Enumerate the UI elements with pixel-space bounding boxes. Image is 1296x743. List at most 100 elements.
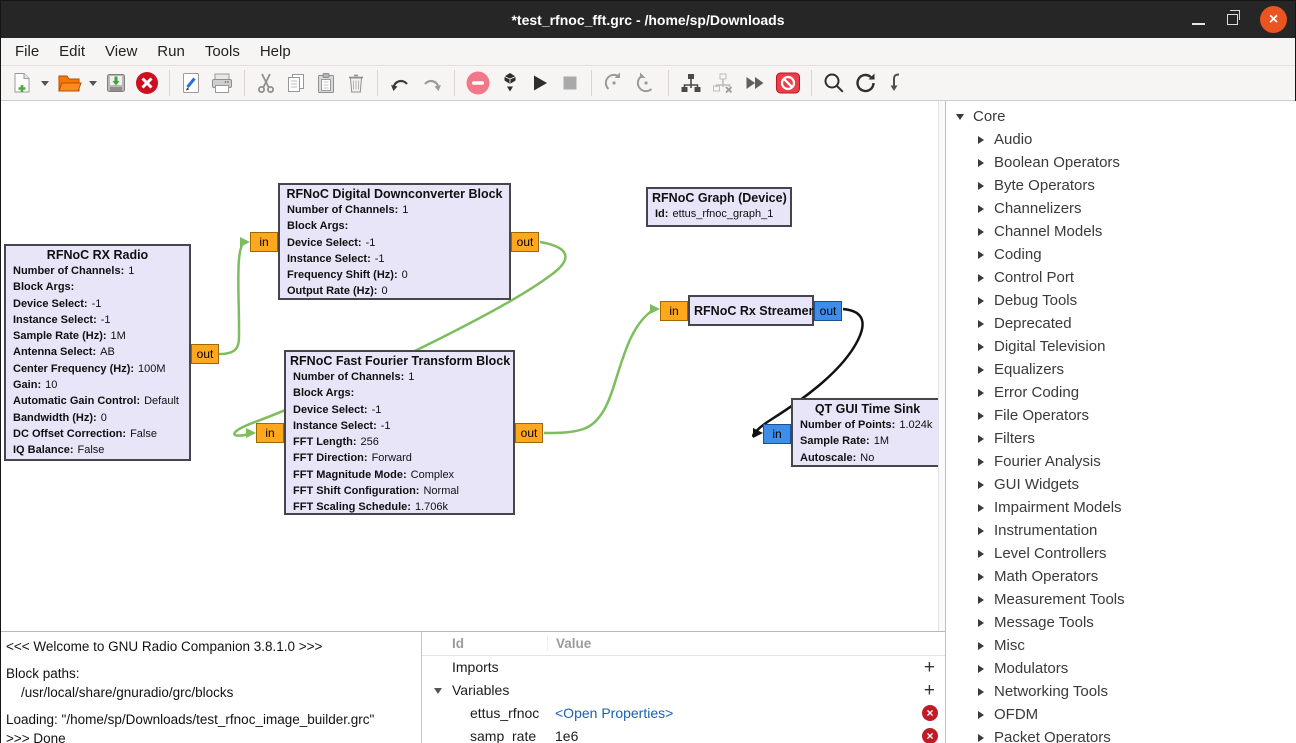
- block-title: RFNoC Graph (Device): [648, 189, 790, 206]
- variable-row-ettus-rfnoc[interactable]: ettus_rfnoc <Open Properties> ×: [422, 702, 945, 725]
- edit-properties-button[interactable]: [176, 67, 206, 99]
- new-file-button[interactable]: [7, 67, 37, 99]
- library-category[interactable]: Boolean Operators: [946, 151, 1296, 174]
- library-category[interactable]: GUI Widgets: [946, 473, 1296, 496]
- port-in[interactable]: in: [250, 232, 278, 252]
- library-category[interactable]: Instrumentation: [946, 519, 1296, 542]
- block-rfnoc-ddc[interactable]: RFNoC Digital Downconverter Block Number…: [278, 183, 511, 300]
- library-category[interactable]: Math Operators: [946, 565, 1296, 588]
- close-button[interactable]: ×: [1260, 6, 1287, 33]
- canvas-scrollbar[interactable]: [938, 101, 945, 631]
- port-in[interactable]: in: [763, 424, 791, 444]
- minimize-button[interactable]: [1192, 23, 1205, 25]
- menu-edit[interactable]: Edit: [49, 38, 95, 66]
- kill-flowgraph-button[interactable]: [555, 67, 585, 99]
- block-params: Number of Channels:1Block Args:Device Se…: [286, 369, 513, 518]
- menu-help[interactable]: Help: [250, 38, 301, 66]
- chevron-right-icon: [978, 734, 984, 742]
- port-out[interactable]: out: [191, 344, 219, 364]
- library-category[interactable]: Byte Operators: [946, 174, 1296, 197]
- library-category[interactable]: Networking Tools: [946, 680, 1296, 703]
- reload-designs-button[interactable]: [630, 67, 662, 99]
- port-out[interactable]: out: [515, 423, 543, 443]
- variable-row-samp-rate[interactable]: samp_rate 1e6 ×: [422, 725, 945, 743]
- variables-row[interactable]: Variables +: [422, 679, 945, 702]
- titlebar: *test_rfnoc_fft.grc - /home/sp/Downloads…: [1, 1, 1295, 38]
- library-category[interactable]: File Operators: [946, 404, 1296, 427]
- chevron-right-icon: [978, 366, 984, 374]
- library-category[interactable]: Message Tools: [946, 611, 1296, 634]
- library-category[interactable]: Deprecated: [946, 312, 1296, 335]
- chevron-right-icon: [978, 481, 984, 489]
- library-category[interactable]: Filters: [946, 427, 1296, 450]
- find-block-button[interactable]: [818, 67, 850, 99]
- new-file-dropdown-icon[interactable]: [41, 81, 49, 86]
- redo-button[interactable]: [416, 67, 448, 99]
- menu-file[interactable]: File: [5, 38, 49, 66]
- fast-forward-icon[interactable]: [739, 67, 771, 99]
- create-hier-block-icon[interactable]: [675, 67, 707, 99]
- library-category[interactable]: Measurement Tools: [946, 588, 1296, 611]
- undo-button[interactable]: [384, 67, 416, 99]
- open-file-dropdown-icon[interactable]: [89, 81, 97, 86]
- console-line: [6, 702, 419, 710]
- chevron-right-icon: [978, 527, 984, 535]
- library-category[interactable]: Channelizers: [946, 197, 1296, 220]
- library-category-core[interactable]: Core: [946, 105, 1296, 128]
- reload-button[interactable]: [850, 67, 882, 99]
- toggle-disabled-blocks-button[interactable]: [771, 67, 805, 99]
- clear-hier-cache-icon[interactable]: [707, 67, 739, 99]
- port-out[interactable]: out: [814, 301, 842, 321]
- save-button[interactable]: [101, 67, 131, 99]
- open-file-button[interactable]: [53, 67, 85, 99]
- reload-blocks-button[interactable]: [598, 67, 630, 99]
- menu-view[interactable]: View: [95, 38, 147, 66]
- block-title: RFNoC RX Radio: [6, 246, 189, 263]
- copy-button[interactable]: [281, 67, 311, 99]
- view-errors-button[interactable]: [461, 67, 495, 99]
- add-variable-button[interactable]: +: [924, 679, 935, 702]
- port-in[interactable]: in: [660, 301, 688, 321]
- port-out[interactable]: out: [511, 232, 539, 252]
- library-category[interactable]: Coding: [946, 243, 1296, 266]
- add-import-button[interactable]: +: [924, 656, 935, 679]
- block-qt-gui-time-sink[interactable]: QT GUI Time Sink Number of Points:1.024k…: [791, 398, 944, 467]
- generate-flowgraph-button[interactable]: [495, 67, 525, 99]
- library-category[interactable]: Channel Models: [946, 220, 1296, 243]
- library-category[interactable]: Modulators: [946, 657, 1296, 680]
- flowgraph-canvas[interactable]: RFNoC RX Radio Number of Channels:1Block…: [1, 101, 945, 631]
- block-rfnoc-fft[interactable]: RFNoC Fast Fourier Transform Block Numbe…: [284, 350, 515, 515]
- library-category[interactable]: Equalizers: [946, 358, 1296, 381]
- block-title: RFNoC Digital Downconverter Block: [280, 185, 509, 202]
- library-category[interactable]: Digital Television: [946, 335, 1296, 358]
- library-category[interactable]: Misc: [946, 634, 1296, 657]
- library-category[interactable]: Error Coding: [946, 381, 1296, 404]
- paste-button[interactable]: [311, 67, 341, 99]
- print-button[interactable]: [206, 67, 238, 99]
- open-properties-link[interactable]: <Open Properties>: [555, 705, 673, 721]
- export-design-icon[interactable]: [882, 67, 908, 99]
- block-rfnoc-rx-streamer[interactable]: RFNoC Rx Streamer in out: [688, 295, 814, 326]
- cut-button[interactable]: [251, 67, 281, 99]
- imports-row[interactable]: Imports +: [422, 656, 945, 679]
- block-rfnoc-graph[interactable]: RFNoC Graph (Device) Id:ettus_rfnoc_grap…: [646, 187, 792, 227]
- chevron-right-icon: [978, 159, 984, 167]
- library-category[interactable]: OFDM: [946, 703, 1296, 726]
- library-category[interactable]: Audio: [946, 128, 1296, 151]
- menu-tools[interactable]: Tools: [195, 38, 250, 66]
- menu-run[interactable]: Run: [147, 38, 195, 66]
- library-category[interactable]: Packet Operators: [946, 726, 1296, 743]
- maximize-button[interactable]: [1227, 14, 1238, 25]
- chevron-right-icon: [978, 297, 984, 305]
- close-file-button[interactable]: [131, 67, 163, 99]
- console-line: <<< Welcome to GNU Radio Companion 3.8.1…: [6, 637, 419, 656]
- library-category[interactable]: Level Controllers: [946, 542, 1296, 565]
- execute-flowgraph-button[interactable]: [525, 67, 555, 99]
- delete-button[interactable]: [341, 67, 371, 99]
- port-in[interactable]: in: [256, 423, 284, 443]
- library-category[interactable]: Control Port: [946, 266, 1296, 289]
- block-rfnoc-rx-radio[interactable]: RFNoC RX Radio Number of Channels:1Block…: [4, 244, 191, 461]
- library-category[interactable]: Fourier Analysis: [946, 450, 1296, 473]
- library-category[interactable]: Debug Tools: [946, 289, 1296, 312]
- library-category[interactable]: Impairment Models: [946, 496, 1296, 519]
